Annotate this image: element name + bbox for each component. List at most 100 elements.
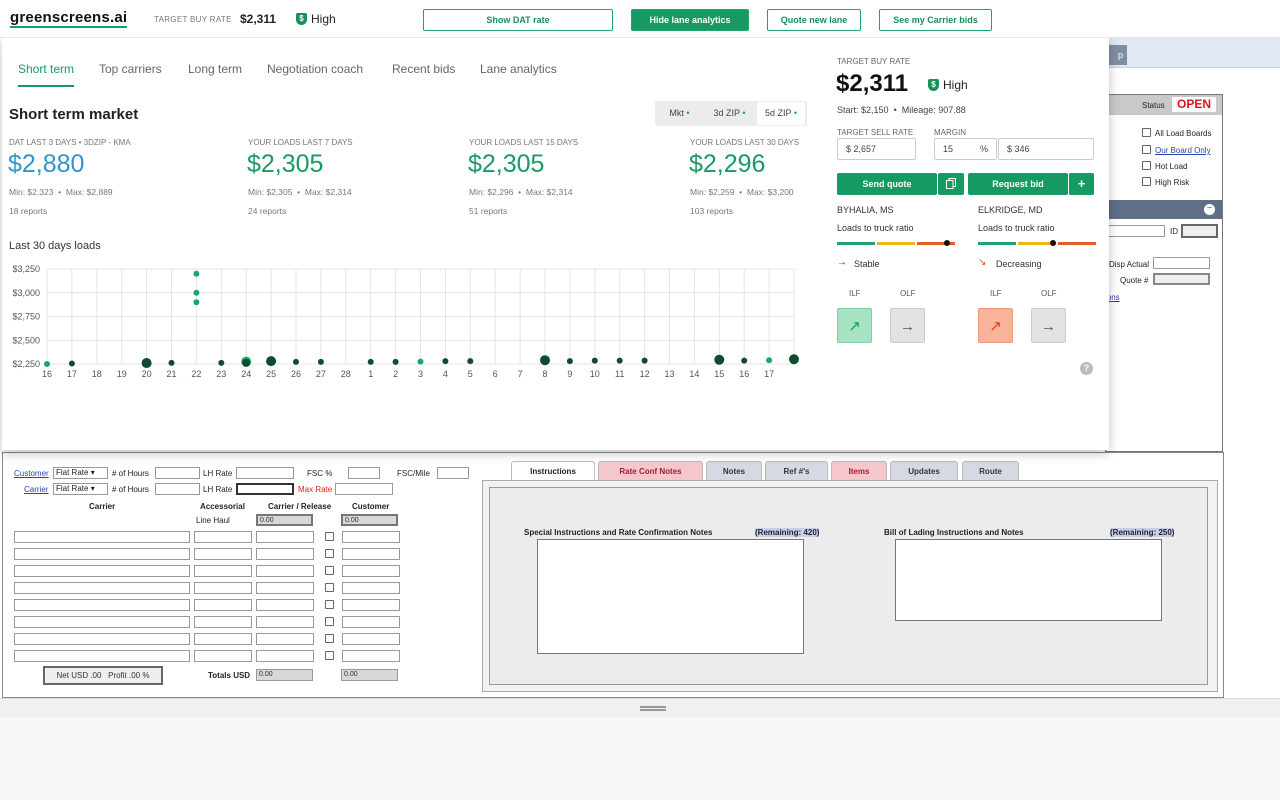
hide-lane-analytics-button[interactable]: Hide lane analytics (631, 9, 749, 31)
our-board-only-checkbox[interactable] (1142, 145, 1151, 154)
quote-number-field[interactable] (1153, 273, 1210, 285)
accessorial-checkbox[interactable] (325, 566, 334, 575)
tab-instructions[interactable]: Instructions (511, 461, 595, 480)
margin-percent-input[interactable]: 15% (934, 138, 997, 160)
accessorial-checkbox[interactable] (325, 532, 334, 541)
customer-rate-type-select[interactable]: Flat Rate ▾ (53, 467, 108, 479)
show-dat-rate-button[interactable]: Show DAT rate (423, 9, 613, 31)
fsc-mile-field[interactable] (437, 467, 469, 479)
high-risk-checkbox[interactable] (1142, 177, 1151, 186)
carrier-link[interactable]: Carrier (24, 485, 48, 494)
see-carrier-bids-button[interactable]: See my Carrier bids (879, 9, 992, 31)
customer-accessorial-field[interactable] (342, 599, 400, 611)
tab-recent-bids[interactable]: Recent bids (392, 62, 455, 76)
all-load-boards-checkbox[interactable] (1142, 128, 1151, 137)
customer-accessorial-field[interactable] (342, 650, 400, 662)
customer-link[interactable]: Customer (14, 469, 49, 478)
bol-instructions-textarea[interactable] (895, 539, 1162, 621)
carrier-accessorial-name-field[interactable] (14, 633, 190, 645)
carrier-release-field[interactable] (256, 582, 314, 594)
tab-rate-conf-notes[interactable]: Rate Conf Notes (598, 461, 703, 480)
drag-handle-icon[interactable] (640, 706, 666, 708)
quote-new-lane-button[interactable]: Quote new lane (767, 9, 861, 31)
carrier-accessorial-name-field[interactable] (14, 582, 190, 594)
quote-number-label: Quote # (1120, 276, 1149, 285)
customer-accessorial-field[interactable] (342, 633, 400, 645)
collapse-icon[interactable]: − (1204, 204, 1215, 215)
carrier-lh-rate-field[interactable] (236, 483, 294, 495)
tab-short-term[interactable]: Short term (18, 62, 75, 87)
stat-min-max: Min: $2,323 • Max: $2,889 (9, 187, 113, 197)
carrier-accessorial-name-field[interactable] (14, 616, 190, 628)
legacy-field[interactable] (1105, 225, 1165, 237)
top-target-buy-rate-label: TARGET BUY RATE (154, 15, 232, 24)
carrier-release-field[interactable] (256, 548, 314, 560)
segment-mkt[interactable]: Mkt • (658, 102, 701, 125)
tab-long-term[interactable]: Long term (188, 62, 242, 76)
accessorial-field[interactable] (194, 531, 252, 543)
tab-route[interactable]: Route (962, 461, 1019, 480)
target-sell-rate-input[interactable]: $ 2,657 (837, 138, 916, 160)
our-board-only-link[interactable]: Our Board Only (1155, 146, 1211, 155)
carrier-release-field[interactable] (256, 531, 314, 543)
carrier-release-field[interactable] (256, 599, 314, 611)
carrier-release-field[interactable] (256, 650, 314, 662)
customer-accessorial-field[interactable] (342, 548, 400, 560)
x-tick-label: 19 (117, 369, 127, 379)
accessorial-field[interactable] (194, 582, 252, 594)
tab-items[interactable]: Items (831, 461, 887, 480)
stat-value: $2,305 (247, 150, 324, 178)
carrier-accessorial-name-field[interactable] (14, 599, 190, 611)
carrier-release-field[interactable] (256, 616, 314, 628)
carrier-rate-type-select[interactable]: Flat Rate ▾ (53, 483, 108, 495)
customer-accessorial-field[interactable] (342, 616, 400, 628)
customer-accessorial-field[interactable] (342, 531, 400, 543)
disp-actual-field[interactable] (1153, 257, 1210, 269)
accessorial-checkbox[interactable] (325, 634, 334, 643)
carrier-release-field[interactable] (256, 633, 314, 645)
accessorial-checkbox[interactable] (325, 549, 334, 558)
carrier-accessorial-name-field[interactable] (14, 565, 190, 577)
tab-negotiation-coach[interactable]: Negotiation coach (267, 62, 363, 76)
customer-hours-field[interactable] (155, 467, 200, 479)
accessorial-field[interactable] (194, 548, 252, 560)
data-point (218, 359, 225, 366)
accessorial-checkbox[interactable] (325, 583, 334, 592)
fsc-percent-field[interactable] (348, 467, 380, 479)
max-rate-field[interactable] (335, 483, 393, 495)
splitter-bar[interactable] (0, 698, 1280, 718)
segment-3d-zip[interactable]: 3d ZIP • (705, 102, 754, 125)
carrier-accessorial-name-field[interactable] (14, 650, 190, 662)
margin-amount-input[interactable]: $ 346 (998, 138, 1094, 160)
accessorial-field[interactable] (194, 633, 252, 645)
customer-accessorial-field[interactable] (342, 565, 400, 577)
customer-lh-rate-field[interactable] (236, 467, 294, 479)
carrier-accessorial-name-field[interactable] (14, 531, 190, 543)
copy-quote-button[interactable] (938, 173, 964, 195)
accessorial-field[interactable] (194, 565, 252, 577)
carrier-hours-field[interactable] (155, 483, 200, 495)
accessorial-field[interactable] (194, 650, 252, 662)
tab-lane-analytics[interactable]: Lane analytics (480, 62, 557, 76)
carrier-release-field[interactable] (256, 565, 314, 577)
add-bid-button[interactable]: + (1069, 173, 1094, 195)
tab-updates[interactable]: Updates (890, 461, 958, 480)
special-instructions-textarea[interactable] (537, 539, 804, 654)
hot-load-checkbox[interactable] (1142, 161, 1151, 170)
accessorial-checkbox[interactable] (325, 617, 334, 626)
customer-accessorial-field[interactable] (342, 582, 400, 594)
id-field[interactable] (1181, 224, 1218, 238)
tab-notes[interactable]: Notes (706, 461, 762, 480)
tab-top-carriers[interactable]: Top carriers (99, 62, 162, 76)
carrier-accessorial-name-field[interactable] (14, 548, 190, 560)
accessorial-field[interactable] (194, 616, 252, 628)
accessorial-field[interactable] (194, 599, 252, 611)
request-bid-button[interactable]: Request bid (968, 173, 1068, 195)
stat-value: $2,296 (689, 150, 766, 178)
segment-5d-zip[interactable]: 5d ZIP • (757, 102, 805, 125)
send-quote-button[interactable]: Send quote (837, 173, 937, 195)
tab-refs[interactable]: Ref #'s (765, 461, 828, 480)
accessorial-checkbox[interactable] (325, 600, 334, 609)
help-icon[interactable]: ? (1080, 362, 1093, 375)
accessorial-checkbox[interactable] (325, 651, 334, 660)
